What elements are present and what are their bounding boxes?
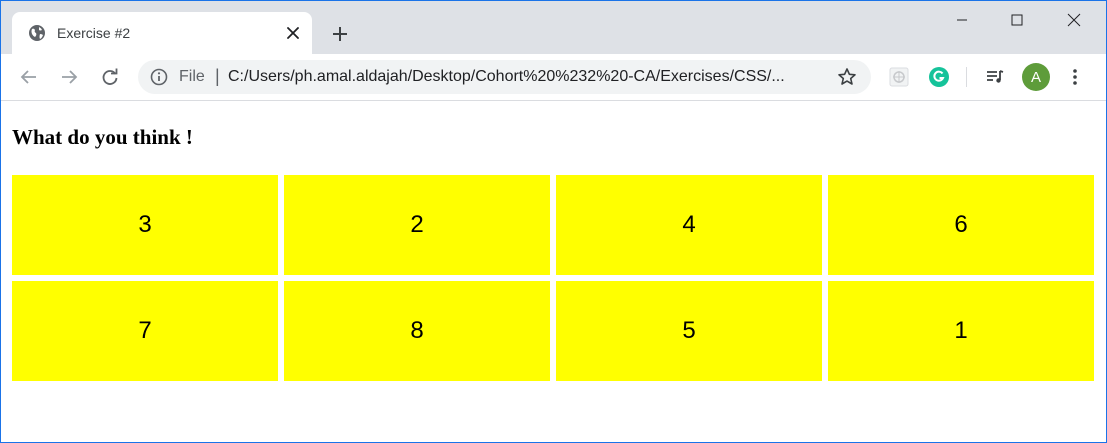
page-content: What do you think ! 3 2 4 6 7 8 5 1 [1,101,1106,442]
tab-active[interactable]: Exercise #2 [12,12,312,54]
grid-cell: 2 [284,175,550,275]
tab-strip: Exercise #2 [1,1,1106,54]
browser-window: Exercise #2 File | C:/Users/ph.amal.alda… [0,0,1107,443]
grid-cell: 3 [12,175,278,275]
address-bar[interactable]: File | C:/Users/ph.amal.aldajah/Desktop/… [138,60,871,94]
number-grid: 3 2 4 6 7 8 5 1 [12,175,1095,381]
scheme-label: File [179,68,205,85]
back-arrow-icon[interactable] [13,61,45,93]
star-icon[interactable] [836,66,858,88]
media-queue-icon[interactable] [981,63,1009,91]
info-icon[interactable] [150,68,168,86]
toolbar-divider [966,67,967,87]
reload-icon[interactable] [94,61,126,93]
avatar[interactable]: A [1022,63,1050,91]
grid-cell: 6 [828,175,1094,275]
grid-cell: 4 [556,175,822,275]
tab-close-icon[interactable] [282,22,304,44]
extension-icon[interactable] [885,63,913,91]
url-text[interactable]: C:/Users/ph.amal.aldajah/Desktop/Cohort%… [228,67,785,87]
minimize-icon[interactable] [934,1,990,39]
globe-icon [28,24,46,42]
grid-cell: 7 [12,281,278,381]
new-tab-icon[interactable] [326,20,354,48]
page-heading: What do you think ! [12,125,193,149]
kebab-menu-icon[interactable] [1061,63,1089,91]
tab-title: Exercise #2 [57,25,131,41]
grid-cell: 1 [828,281,1094,381]
grid-cell: 8 [284,281,550,381]
maximize-icon[interactable] [989,1,1045,39]
forward-arrow-icon[interactable] [53,61,85,93]
scheme-separator: | [215,66,220,86]
grid-cell: 5 [556,281,822,381]
window-close-icon[interactable] [1046,1,1102,39]
grammarly-icon[interactable] [925,63,953,91]
browser-toolbar: File | C:/Users/ph.amal.aldajah/Desktop/… [1,54,1106,101]
